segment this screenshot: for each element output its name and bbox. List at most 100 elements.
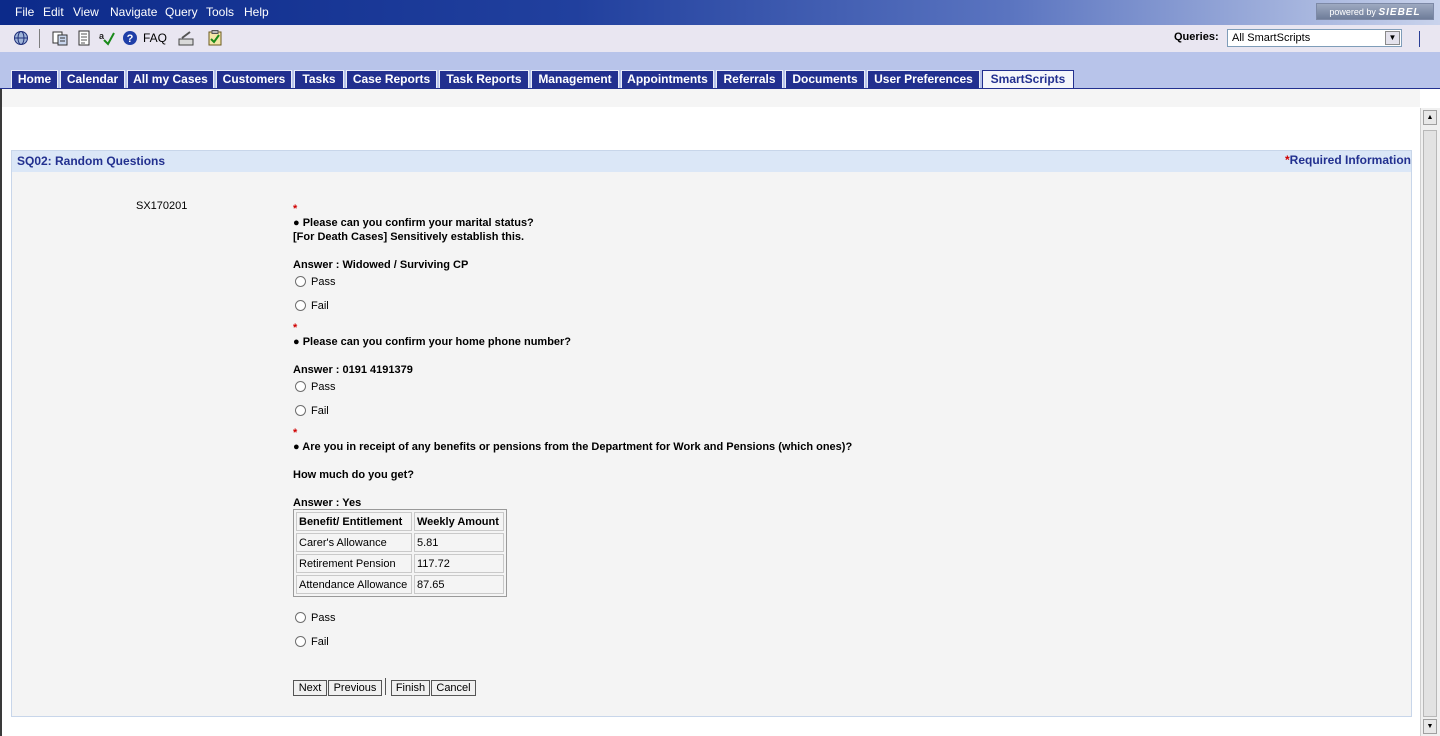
required-star: * <box>293 427 298 439</box>
fail-label: Fail <box>311 636 329 648</box>
faq-link[interactable]: FAQ <box>143 31 167 45</box>
svg-text:a: a <box>99 31 105 41</box>
menu-query[interactable]: Query <box>165 5 198 19</box>
table-cell-benefit: Retirement Pension <box>296 554 412 573</box>
table-row: Carer's Allowance 5.81 <box>296 533 504 552</box>
tab-case-reports[interactable]: Case Reports <box>346 70 437 89</box>
document-icon[interactable] <box>76 30 92 46</box>
tab-user-preferences[interactable]: User Preferences <box>867 70 980 89</box>
scroll-up-icon[interactable]: ▲ <box>1423 110 1437 125</box>
chevron-down-icon[interactable]: ▼ <box>1385 31 1400 45</box>
smartscript-panel: SQ02: Random Questions *Required Informa… <box>11 150 1412 717</box>
required-information-label: *Required Information <box>1285 153 1411 167</box>
fail-label: Fail <box>311 300 329 312</box>
tab-all-my-cases[interactable]: All my Cases <box>127 70 214 89</box>
table-row: Attendance Allowance 87.65 <box>296 575 504 594</box>
table-cell-benefit: Carer's Allowance <box>296 533 412 552</box>
globe-icon[interactable] <box>13 30 29 46</box>
next-button[interactable]: Next <box>293 680 327 696</box>
tab-smartscripts[interactable]: SmartScripts <box>982 70 1074 90</box>
radio-circle-icon[interactable] <box>295 300 306 311</box>
queries-label: Queries: <box>1174 31 1219 43</box>
script-reference-code: SX170201 <box>136 200 188 212</box>
column-header-benefit: Benefit/ Entitlement <box>296 512 412 531</box>
queries-dropdown[interactable]: All SmartScripts ▼ <box>1227 29 1402 47</box>
pass-label: Pass <box>311 276 336 288</box>
question-benefits-note: How much do you get? <box>293 469 414 481</box>
menu-view[interactable]: View <box>73 5 99 19</box>
help-icon[interactable]: ? <box>122 30 138 46</box>
benefits-table: Benefit/ Entitlement Weekly Amount Carer… <box>293 509 507 597</box>
table-row: Retirement Pension 117.72 <box>296 554 504 573</box>
tab-appointments[interactable]: Appointments <box>621 70 714 89</box>
tab-management[interactable]: Management <box>531 70 619 89</box>
table-cell-amount: 5.81 <box>414 533 504 552</box>
question-home-phone: ● Please can you confirm your home phone… <box>293 336 572 348</box>
q2-fail-radio[interactable]: Fail <box>295 405 329 417</box>
content-top-band <box>2 89 1420 107</box>
pass-label: Pass <box>311 612 336 624</box>
menu-file[interactable]: File <box>15 5 34 19</box>
menu-edit[interactable]: Edit <box>43 5 64 19</box>
menu-navigate[interactable]: Navigate <box>110 5 157 19</box>
table-cell-amount: 117.72 <box>414 554 504 573</box>
siebel-logo: powered by SIEBEL <box>1316 3 1434 20</box>
tab-bar: Home Calendar All my Cases Customers Tas… <box>0 52 1440 90</box>
table-cell-amount: 87.65 <box>414 575 504 594</box>
toolbar-end-divider <box>1419 31 1420 47</box>
radio-circle-icon[interactable] <box>295 276 306 287</box>
menu-tools[interactable]: Tools <box>206 5 234 19</box>
clipboard-icon[interactable] <box>207 30 223 46</box>
answer-marital-status: Answer : Widowed / Surviving CP <box>293 259 469 271</box>
tab-home[interactable]: Home <box>11 70 58 89</box>
previous-button[interactable]: Previous <box>328 680 382 696</box>
menu-help[interactable]: Help <box>244 5 269 19</box>
q3-fail-radio[interactable]: Fail <box>295 636 329 648</box>
radio-circle-icon[interactable] <box>295 612 306 623</box>
page-title: SQ02: Random Questions <box>17 154 166 168</box>
radio-circle-icon[interactable] <box>295 381 306 392</box>
tab-documents[interactable]: Documents <box>785 70 865 89</box>
finish-button[interactable]: Finish <box>391 680 430 696</box>
answer-benefits: Answer : Yes <box>293 497 362 509</box>
question-marital-status: ● Please can you confirm your marital st… <box>293 217 534 229</box>
tab-calendar[interactable]: Calendar <box>60 70 125 89</box>
question-note: [For Death Cases] Sensitively establish … <box>293 231 525 243</box>
button-separator <box>385 678 386 695</box>
q2-pass-radio[interactable]: Pass <box>295 381 335 393</box>
edit-icon[interactable] <box>178 30 194 46</box>
table-header-row: Benefit/ Entitlement Weekly Amount <box>296 512 504 531</box>
panel-header: SQ02: Random Questions *Required Informa… <box>12 151 1411 172</box>
q1-pass-radio[interactable]: Pass <box>295 276 335 288</box>
required-text: Required Information <box>1289 153 1411 167</box>
sync-icon[interactable] <box>52 30 68 46</box>
radio-circle-icon[interactable] <box>295 636 306 647</box>
queries-value: All SmartScripts <box>1232 32 1311 44</box>
menu-bar: File Edit View Navigate Query Tools Help… <box>0 0 1440 25</box>
tab-customers[interactable]: Customers <box>216 70 292 89</box>
q3-pass-radio[interactable]: Pass <box>295 612 335 624</box>
required-star: * <box>293 203 298 215</box>
cancel-button[interactable]: Cancel <box>431 680 476 696</box>
spellcheck-icon[interactable]: a <box>99 30 115 46</box>
radio-circle-icon[interactable] <box>295 405 306 416</box>
answer-home-phone: Answer : 0191 4191379 <box>293 364 413 376</box>
vertical-scrollbar[interactable]: ▲ ▼ <box>1420 108 1440 736</box>
question-benefits: ● Are you in receipt of any benefits or … <box>293 441 853 453</box>
logo-prefix: powered by <box>1329 7 1376 17</box>
table-cell-benefit: Attendance Allowance <box>296 575 412 594</box>
window-border <box>0 89 2 736</box>
tab-referrals[interactable]: Referrals <box>716 70 783 89</box>
toolbar-separator <box>39 29 40 48</box>
tab-tasks[interactable]: Tasks <box>294 70 344 89</box>
pass-label: Pass <box>311 381 336 393</box>
q1-fail-radio[interactable]: Fail <box>295 300 329 312</box>
toolbar: a ? FAQ Queries: All SmartScripts ▼ <box>0 25 1440 53</box>
column-header-weekly-amount: Weekly Amount <box>414 512 504 531</box>
required-star: * <box>293 322 298 334</box>
fail-label: Fail <box>311 405 329 417</box>
scroll-thumb[interactable] <box>1423 130 1437 717</box>
scroll-down-icon[interactable]: ▼ <box>1423 719 1437 734</box>
logo-name: SIEBEL <box>1378 7 1421 18</box>
tab-task-reports[interactable]: Task Reports <box>439 70 529 89</box>
